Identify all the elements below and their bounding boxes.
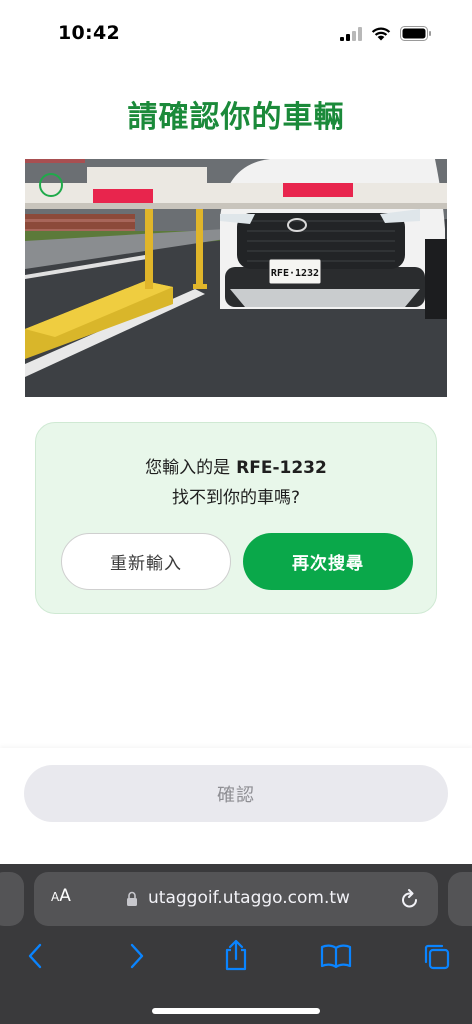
plate-result-card: 您輸入的是 RFE-1232 找不到你的車嗎? 重新輸入 再次搜尋 — [35, 422, 437, 614]
share-icon[interactable] — [222, 938, 250, 976]
status-time: 10:42 — [58, 22, 120, 44]
vehicle-photo: RFE·1232 — [25, 159, 447, 397]
browser-toolbar: AA utaggoif.utaggo.com.tw — [0, 864, 472, 1024]
bottom-action-panel: 確認 — [0, 748, 472, 864]
back-chevron-icon[interactable] — [26, 942, 44, 974]
entered-plate-prefix: 您輸入的是 — [145, 458, 231, 478]
home-indicator — [152, 1008, 320, 1014]
next-tab-preview[interactable] — [448, 872, 472, 926]
not-found-question: 找不到你的車嗎? — [171, 488, 301, 508]
lock-icon — [126, 891, 138, 910]
status-icons — [340, 26, 432, 45]
search-again-button[interactable]: 再次搜尋 — [243, 533, 413, 590]
status-bar: 10:42 — [0, 0, 472, 64]
confirm-button[interactable]: 確認 — [24, 765, 448, 822]
signal-icon — [340, 26, 362, 45]
address-bar[interactable]: AA utaggoif.utaggo.com.tw — [34, 872, 438, 926]
wifi-icon — [371, 26, 391, 45]
license-plate-text: RFE·1232 — [271, 268, 319, 279]
entered-plate-number: RFE-1232 — [236, 458, 327, 478]
reload-icon[interactable] — [400, 888, 420, 914]
url-text: utaggoif.utaggo.com.tw — [148, 888, 350, 908]
previous-tab-preview[interactable] — [0, 872, 24, 926]
reenter-button[interactable]: 重新輸入 — [61, 533, 231, 590]
bookmarks-icon[interactable] — [320, 942, 352, 974]
tabs-icon[interactable] — [422, 942, 452, 976]
reader-settings-button[interactable]: AA — [51, 886, 71, 906]
battery-icon — [400, 26, 432, 45]
entered-plate-line: 您輸入的是 RFE-1232 — [36, 453, 436, 478]
browser-nav-icons — [0, 939, 472, 982]
forward-chevron-icon[interactable] — [128, 942, 146, 974]
page-title: 請確認你的車輛 — [127, 100, 345, 135]
